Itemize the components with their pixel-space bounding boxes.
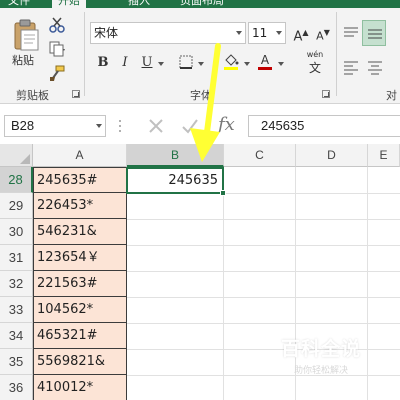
row-header[interactable]: 36 [0, 375, 33, 400]
fill-color-icon[interactable] [222, 52, 240, 70]
cell-a31[interactable]: 123654￥ [33, 245, 127, 271]
copy-icon[interactable] [48, 40, 66, 58]
cut-icon[interactable] [48, 16, 66, 34]
format-painter-icon[interactable] [48, 64, 66, 82]
watermark-subtitle: 助你轻松解决 [293, 366, 348, 376]
cell-a28[interactable]: 245635# [33, 167, 127, 193]
gridline [127, 271, 400, 272]
gridline [367, 167, 368, 400]
gridline [127, 219, 400, 220]
row-header[interactable]: 35 [0, 349, 33, 375]
row-header[interactable]: 30 [0, 219, 33, 245]
ribbon: 粘贴 剪贴板 宋体 11 A▲ A▼ B I U A wén 文 字体 对 [0, 8, 400, 104]
font-name-value: 宋体 [94, 26, 119, 40]
chevron-down-icon[interactable] [158, 62, 164, 66]
select-all-button[interactable] [0, 144, 33, 167]
row-header[interactable]: 33 [0, 297, 33, 323]
clipboard-group-label: 剪贴板 [16, 90, 49, 102]
alignment-group-label: 对 [386, 90, 397, 102]
chevron-down-icon[interactable] [278, 62, 284, 66]
formula-input[interactable]: 245635 [248, 115, 400, 137]
font-launcher-icon[interactable] [322, 90, 330, 98]
gridline [127, 245, 400, 246]
column-header-e[interactable]: E [368, 144, 400, 167]
more-icon[interactable] [118, 118, 122, 134]
enter-icon[interactable] [180, 116, 200, 136]
cell-a32[interactable]: 221563# [33, 271, 127, 297]
shrink-font-button[interactable]: A▼ [314, 24, 332, 43]
cell-a33[interactable]: 104562* [33, 297, 127, 323]
formula-bar: B28 fx 245635 [0, 104, 400, 144]
font-color-icon[interactable]: A [256, 52, 274, 70]
italic-button[interactable]: I [116, 54, 134, 72]
chevron-down-icon[interactable] [198, 62, 204, 66]
tab-insert[interactable]: 插入 [128, 0, 150, 8]
gridline [223, 167, 224, 400]
name-box[interactable]: B28 [4, 115, 106, 137]
column-header-c[interactable]: C [224, 144, 296, 167]
cell-a36[interactable]: 410012* [33, 375, 127, 400]
group-separator [336, 12, 337, 96]
align-left-icon[interactable] [342, 58, 360, 76]
row-header[interactable]: 29 [0, 193, 33, 219]
align-middle-icon [368, 29, 382, 39]
cell-a35[interactable]: 5569821& [33, 349, 127, 375]
gridline [127, 297, 400, 298]
align-center-icon[interactable] [366, 58, 384, 76]
svg-text:A: A [261, 53, 270, 67]
bold-button[interactable]: B [94, 54, 112, 72]
paste-icon [14, 19, 39, 51]
column-header-a[interactable]: A [33, 144, 127, 167]
underline-button[interactable]: U [138, 54, 156, 72]
row-header[interactable]: 32 [0, 271, 33, 297]
font-name-select[interactable]: 宋体 [90, 22, 246, 44]
tab-home[interactable]: 开始 [52, 0, 86, 8]
column-header-b[interactable]: B [127, 144, 224, 167]
chevron-down-icon[interactable] [244, 62, 250, 66]
active-cell-b28[interactable]: 245635 [126, 167, 224, 194]
font-size-value: 11 [252, 26, 268, 40]
align-middle-button[interactable] [362, 20, 386, 46]
tab-page-layout[interactable]: 页面布局 [180, 0, 224, 8]
paste-label: 粘贴 [12, 55, 34, 67]
fill-handle[interactable] [220, 190, 226, 196]
shrink-font-label: A [316, 29, 324, 43]
align-top-icon[interactable] [342, 24, 360, 42]
cell-a30[interactable]: 546231& [33, 219, 127, 245]
borders-icon[interactable] [178, 54, 196, 72]
chevron-down-icon [276, 31, 282, 35]
column-header-d[interactable]: D [296, 144, 368, 167]
chevron-down-icon [96, 124, 102, 128]
ribbon-tab-strip: 文件 开始 插入 页面布局 [0, 0, 400, 8]
insert-function-button[interactable]: fx [218, 114, 235, 135]
grow-font-button[interactable]: A▲ [292, 24, 310, 44]
name-box-value: B28 [11, 118, 35, 133]
cell-a34[interactable]: 465321# [33, 323, 127, 349]
gridline [127, 323, 400, 324]
phonetic-label: wén [306, 50, 324, 59]
phonetic-char: 文 [308, 61, 321, 75]
watermark-title: 百科全说 [280, 338, 361, 360]
cancel-icon[interactable] [146, 116, 166, 136]
group-separator [84, 12, 85, 96]
chevron-down-icon [236, 31, 242, 35]
row-header[interactable]: 34 [0, 323, 33, 349]
phonetic-guide-button[interactable]: wén 文 [298, 50, 332, 76]
clipboard-launcher-icon[interactable] [72, 90, 80, 98]
tab-file[interactable]: 文件 [8, 0, 30, 8]
row-header[interactable]: 31 [0, 245, 33, 271]
font-size-select[interactable]: 11 [248, 22, 286, 44]
font-group-label: 字体 [190, 90, 212, 102]
watermark: 百科全说 助你轻松解决 [276, 334, 366, 376]
cell-a29[interactable]: 226453* [33, 193, 127, 219]
row-header[interactable]: 28 [0, 167, 33, 193]
